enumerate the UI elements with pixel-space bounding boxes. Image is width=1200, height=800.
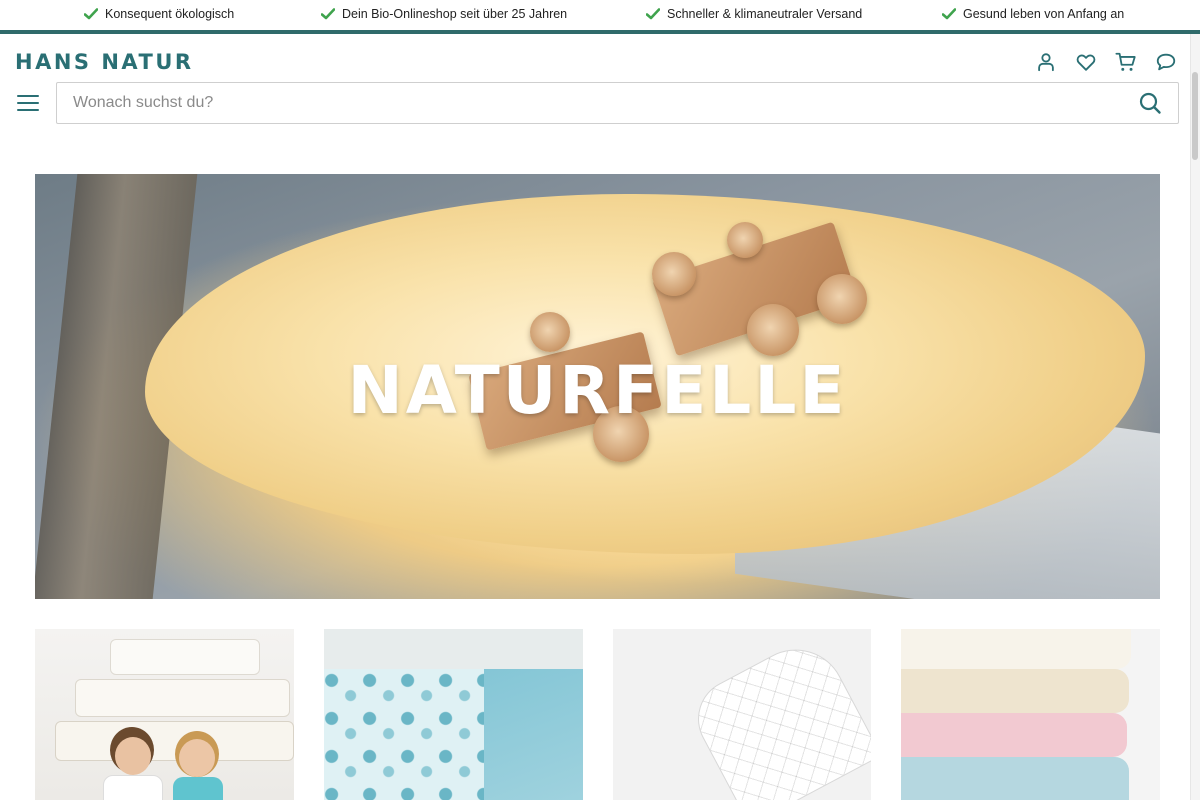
account-icon — [1038, 53, 1054, 72]
wishlist-button[interactable] — [1074, 48, 1098, 76]
logo-text: HANS NATUR — [15, 50, 194, 74]
menu-icon-bar — [17, 102, 39, 104]
search-bar — [56, 82, 1179, 124]
child-image — [115, 737, 151, 775]
search-input[interactable] — [73, 83, 1113, 123]
usp-bar: Konsequent ökologisch Dein Bio-Onlinesho… — [0, 0, 1200, 30]
toy-wheel-image — [530, 312, 570, 352]
bettwaesche-tile[interactable] — [323, 629, 583, 800]
search-icon — [1139, 92, 1161, 114]
usp-item: Gesund leben von Anfang an — [942, 7, 1124, 21]
matratzen-tile[interactable] — [35, 629, 294, 800]
usp-item: Konsequent ökologisch — [84, 7, 234, 21]
toy-wheel-image — [727, 222, 763, 258]
search-button[interactable] — [1138, 91, 1162, 115]
hero-title: NATURFELLE — [347, 352, 848, 429]
menu-hamburger-button[interactable] — [16, 92, 40, 114]
hero-banner[interactable]: NATURFELLE — [35, 174, 1160, 599]
usp-item: Schneller & klimaneutraler Versand — [646, 7, 862, 21]
toy-wheel-image — [652, 252, 696, 296]
usp-text: Dein Bio-Onlineshop seit über 25 Jahren — [342, 7, 568, 21]
usp-text: Gesund leben von Anfang an — [963, 7, 1125, 21]
header-actions — [1034, 48, 1178, 76]
fitted-sheet-image — [901, 713, 1128, 757]
mattress-topper-image — [683, 631, 872, 800]
spannbettlaken-tile[interactable] — [901, 629, 1160, 800]
child-image — [179, 739, 215, 777]
cart-icon — [1115, 52, 1136, 71]
usp-text: Konsequent ökologisch — [105, 7, 235, 21]
page-scrollbar[interactable] — [1190, 34, 1200, 800]
wishlist-heart-icon — [1076, 54, 1096, 71]
header-accent-line — [0, 30, 1200, 34]
chat-icon — [1156, 53, 1176, 71]
matratzenauflage-tile[interactable] — [612, 629, 872, 800]
bed-linen-image — [323, 629, 583, 669]
usp-item: Dein Bio-Onlineshop seit über 25 Jahren — [321, 7, 567, 21]
mattress-stack-image — [75, 679, 290, 717]
toy-wheel-image — [817, 274, 867, 324]
account-button[interactable] — [1034, 48, 1058, 76]
child-image — [103, 775, 163, 800]
category-tiles — [35, 629, 1160, 800]
fitted-sheet-image — [901, 629, 1132, 669]
check-icon — [646, 8, 660, 20]
fitted-sheet-image — [901, 757, 1130, 800]
cart-button[interactable] — [1114, 48, 1138, 76]
check-icon — [942, 8, 956, 20]
mattress-stack-image — [110, 639, 260, 675]
fitted-sheet-image — [901, 669, 1130, 713]
child-image — [173, 777, 223, 800]
check-icon — [321, 8, 335, 20]
site-logo[interactable]: HANS NATUR — [15, 49, 194, 75]
check-icon — [84, 8, 98, 20]
toy-wheel-image — [747, 304, 799, 356]
usp-text: Schneller & klimaneutraler Versand — [667, 7, 863, 21]
menu-icon-bar — [17, 95, 39, 97]
chat-button[interactable] — [1154, 48, 1178, 76]
menu-icon-bar — [17, 109, 39, 111]
scrollbar-thumb[interactable] — [1192, 72, 1198, 160]
